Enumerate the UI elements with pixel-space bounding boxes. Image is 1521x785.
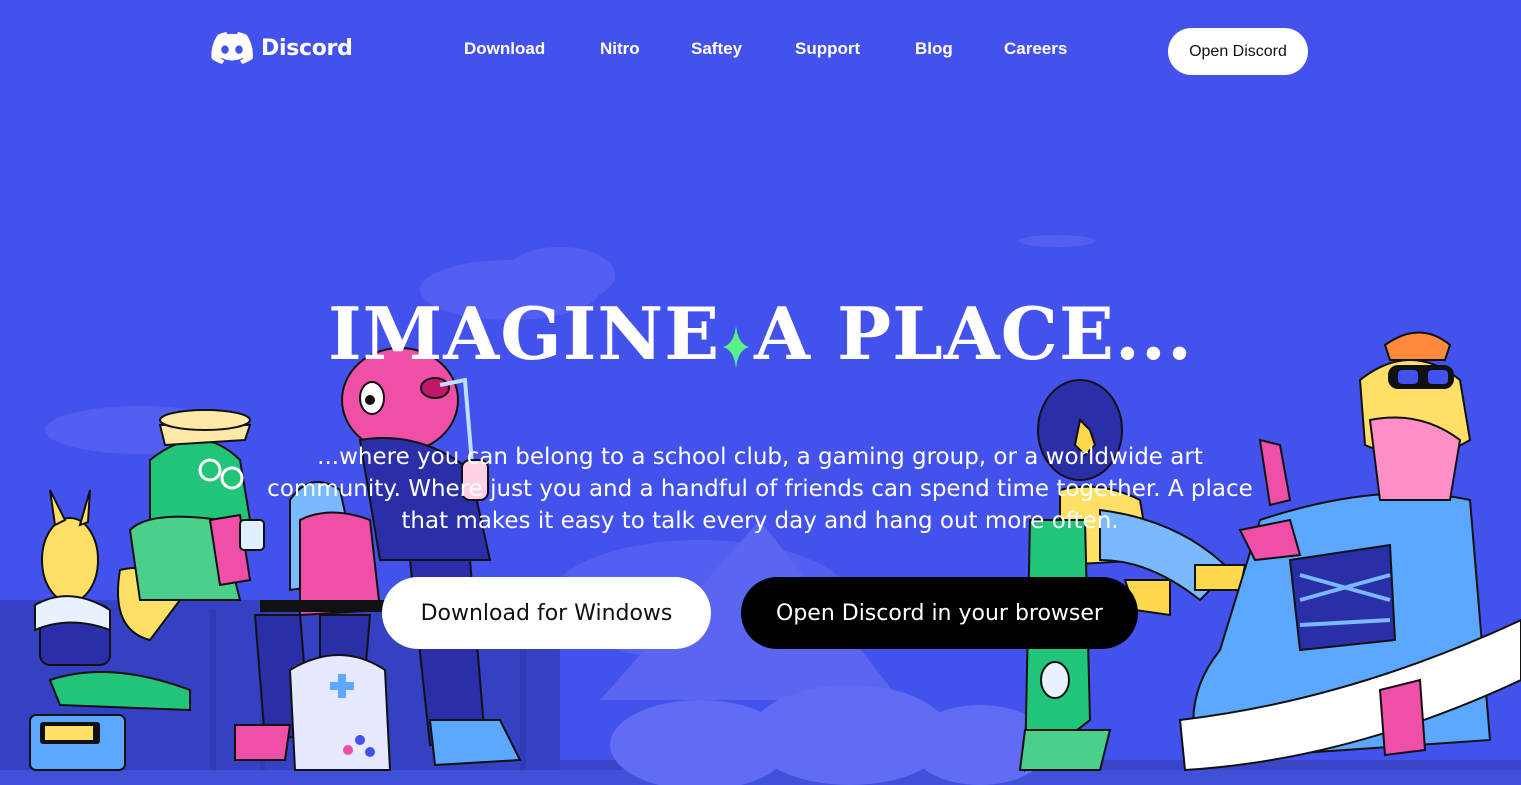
hero-title-left: IMAGINE — [327, 291, 721, 376]
sneaker-character — [1178, 331, 1521, 772]
site-header: Discord Download Nitro Saftey Support Bl… — [0, 0, 1521, 100]
sparkle-icon — [723, 326, 749, 368]
game-controller-shape — [288, 654, 392, 771]
download-windows-button[interactable]: Download for Windows — [382, 577, 711, 649]
nav-careers[interactable]: Careers — [1004, 39, 1067, 59]
discord-landing-page: Discord Download Nitro Saftey Support Bl… — [0, 0, 1521, 785]
nav-nitro[interactable]: Nitro — [600, 39, 640, 59]
hero-title: IMAGINE A PLACE... — [0, 292, 1521, 376]
hero-subtitle: ...where you can belong to a school club… — [267, 444, 1253, 534]
hero-title-right: A PLACE... — [754, 291, 1194, 376]
open-in-browser-button[interactable]: Open Discord in your browser — [741, 577, 1138, 649]
nav-support[interactable]: Support — [795, 39, 860, 59]
open-discord-button[interactable]: Open Discord — [1168, 28, 1308, 75]
hero-illustration — [0, 235, 1521, 785]
nav-safety[interactable]: Saftey — [691, 39, 742, 59]
nav-blog[interactable]: Blog — [915, 39, 953, 59]
nav-download[interactable]: Download — [464, 39, 545, 59]
